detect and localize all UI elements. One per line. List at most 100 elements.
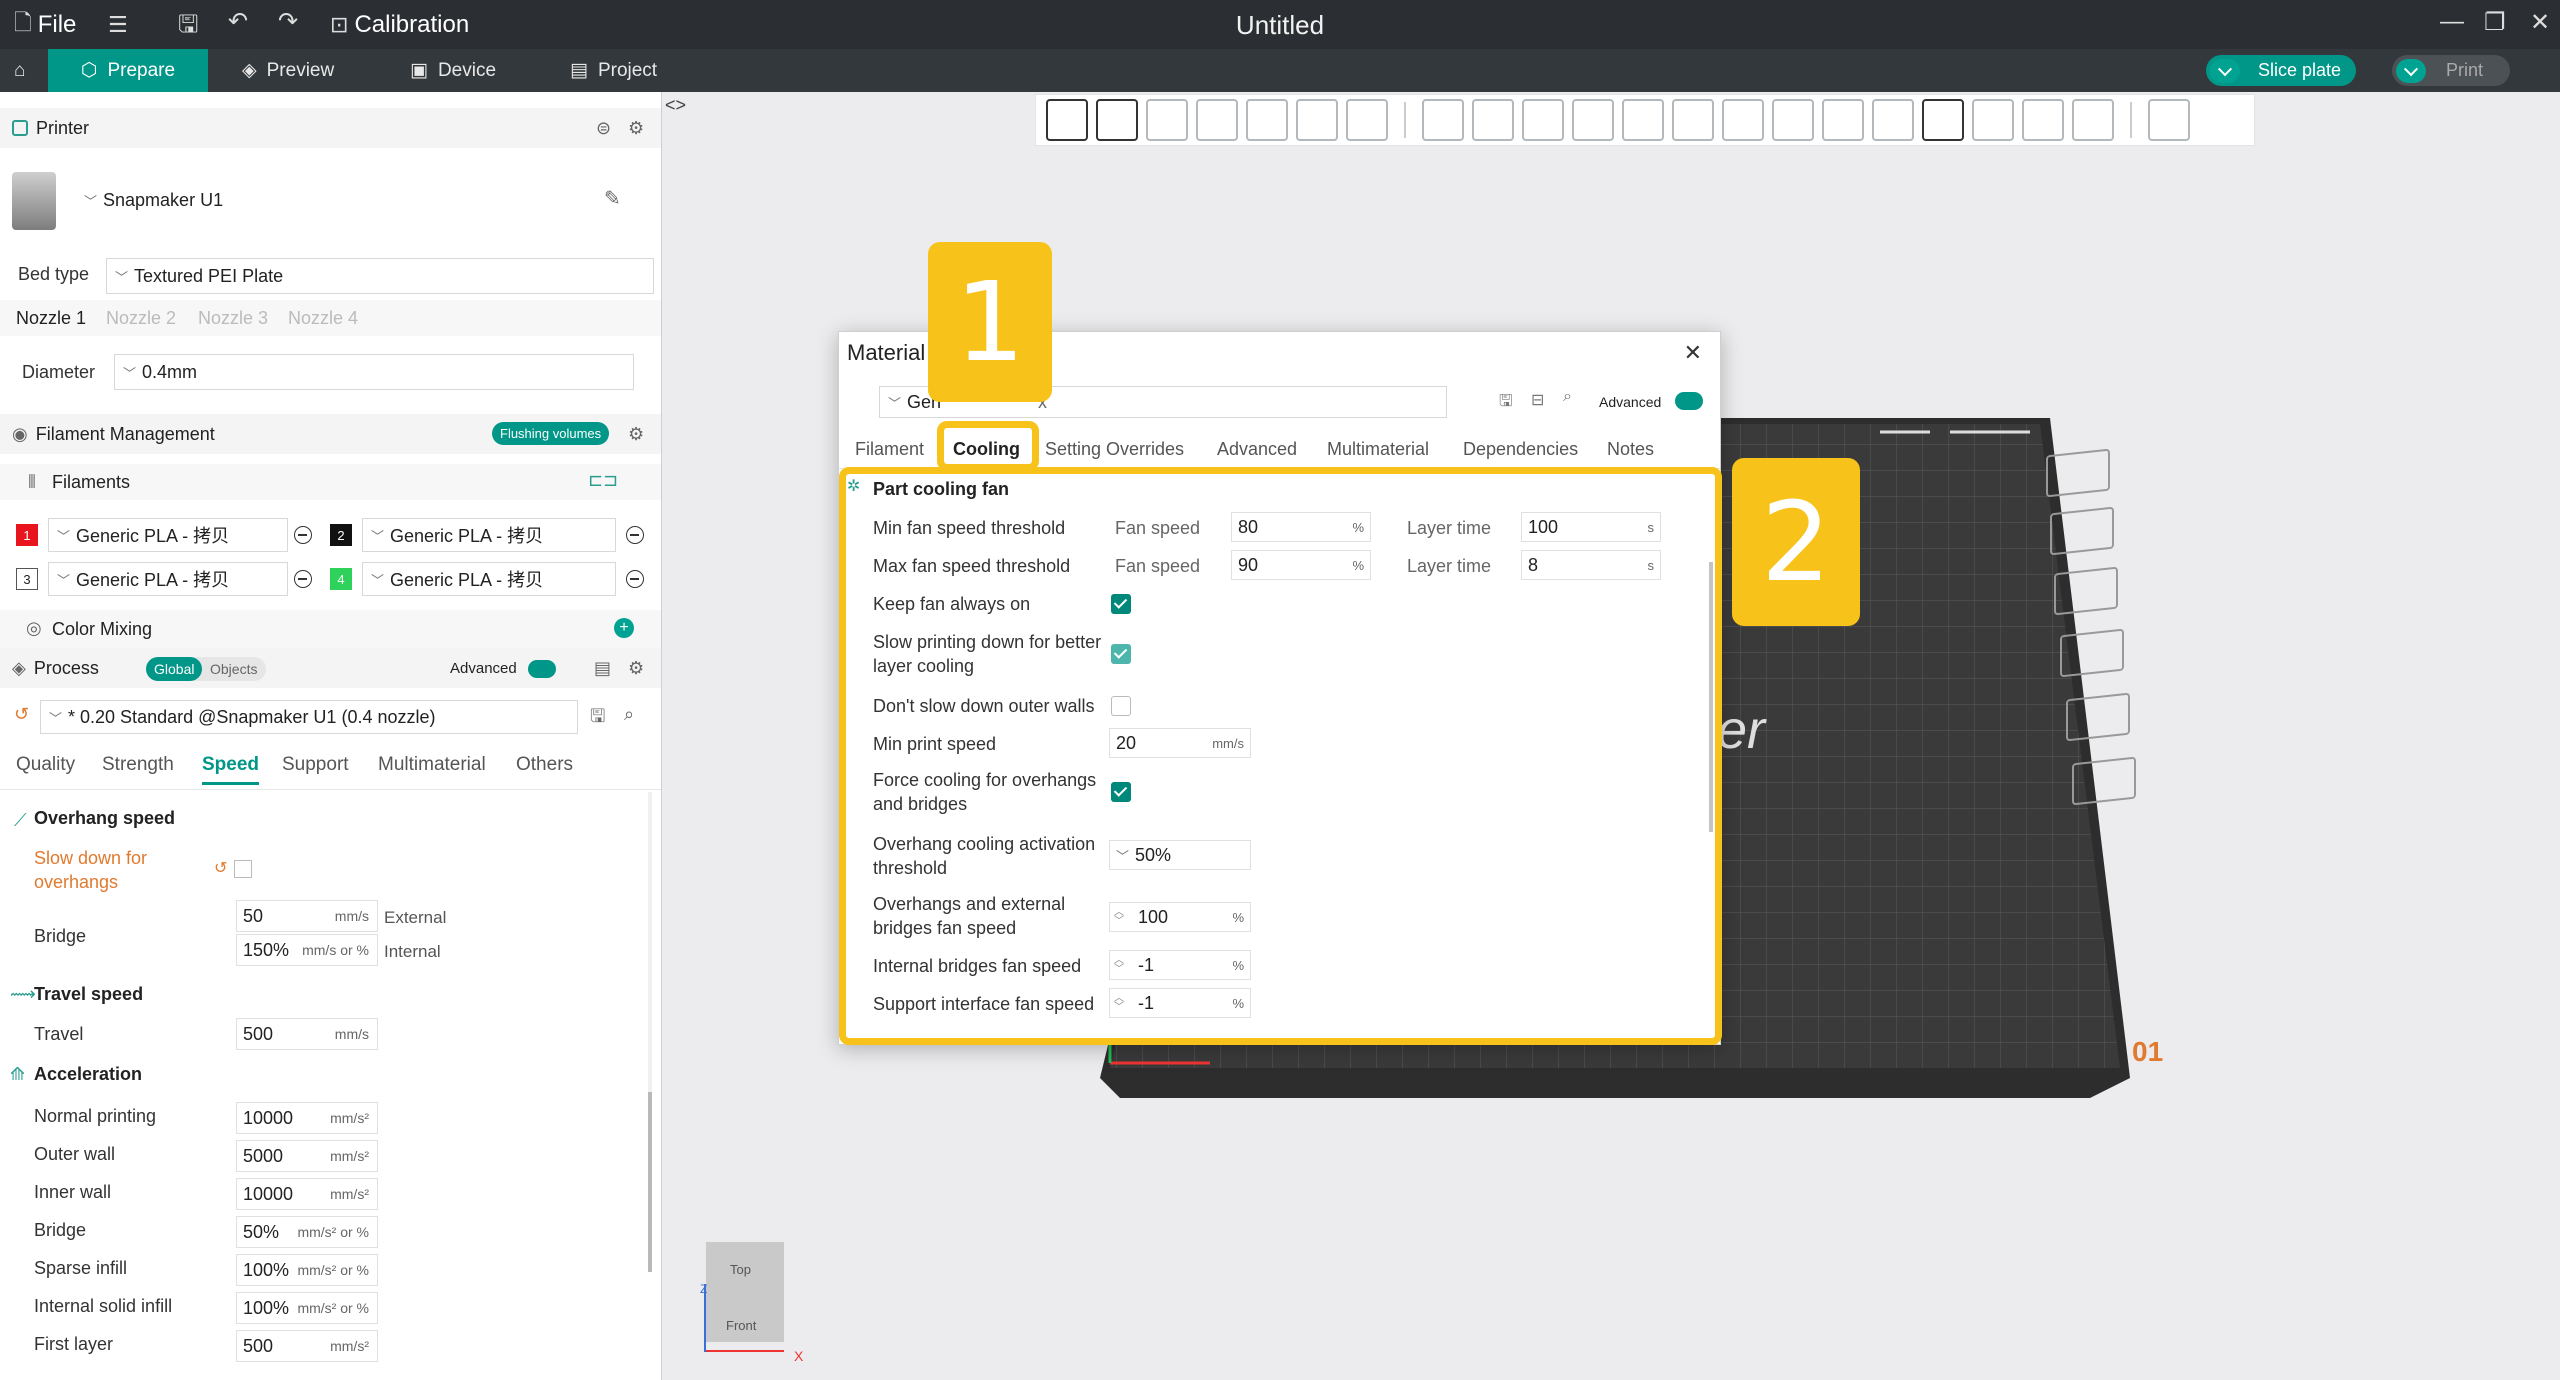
split-objects-icon[interactable] [1246,99,1288,141]
flushing-volumes-button[interactable]: Flushing volumes [492,422,610,445]
tab-speed[interactable]: Speed [202,754,260,785]
lay-on-face-icon[interactable] [1572,99,1614,141]
accel-row-field[interactable]: 100% mm/s² or % [236,1254,378,1286]
scrollbar-thumb[interactable] [648,1092,652,1272]
travel-speed-field[interactable]: 500 mm/s [236,1018,378,1050]
accel-row-field[interactable]: 100% mm/s² or % [236,1292,378,1324]
filament-swatch-3[interactable]: 3 [16,568,38,590]
remove-filament-icon[interactable] [626,526,644,544]
filament-swatch-1[interactable]: 1 [16,524,38,546]
advanced-toggle[interactable] [1675,392,1703,410]
cut-icon[interactable] [1622,99,1664,141]
accel-row-field[interactable]: 10000 mm/s² [236,1178,378,1210]
split-parts-icon[interactable] [1296,99,1338,141]
tab-setting-overrides[interactable]: Setting Overrides [1045,439,1184,460]
auto-orient-plate-icon[interactable] [2050,506,2114,556]
remove-filament-icon[interactable] [294,526,312,544]
tab-dependencies[interactable]: Dependencies [1463,439,1578,460]
filament-swatch-2[interactable]: 2 [330,524,352,546]
lock-plate-icon[interactable] [2060,628,2124,678]
home-icon[interactable]: ⌂ [0,49,39,92]
print-button[interactable]: Print [2392,55,2510,86]
save-preset-icon[interactable]: 🖫 [1499,390,1513,417]
remove-filament-icon[interactable] [626,570,644,588]
tab-nozzle-4[interactable]: Nozzle 4 [288,308,358,329]
filament-group-icon[interactable]: ⊏⊐ [588,470,618,491]
tab-quality[interactable]: Quality [16,754,75,776]
scrollbar-track[interactable] [648,792,652,1272]
fuzzy-skin-icon[interactable] [1822,99,1864,141]
reset-icon[interactable]: ↺ [14,704,29,725]
minimize-icon[interactable]: — [2440,8,2464,36]
seam-paint-icon[interactable] [1772,99,1814,141]
slice-plate-button[interactable]: Slice plate [2206,55,2356,86]
process-settings-icon[interactable]: ⚙ [628,658,644,679]
search-icon[interactable]: ⌕ [624,704,634,725]
filament-select-1[interactable]: ﹀ Generic PLA - 拷贝 [48,518,288,552]
plate-settings-icon[interactable] [2066,692,2130,742]
tab-device[interactable]: ▣ Device [390,49,516,92]
mesh-boolean-icon[interactable] [1672,99,1714,141]
tab-others[interactable]: Others [516,754,573,776]
tab-multimaterial[interactable]: Multimaterial [1327,439,1429,460]
tab-nozzle-3[interactable]: Nozzle 3 [198,308,268,329]
advanced-toggle[interactable] [528,660,556,678]
color-paint-icon[interactable] [1872,99,1914,141]
move-to-top-icon[interactable] [2072,756,2136,806]
support-paint-icon[interactable] [1722,99,1764,141]
filament-select-2[interactable]: ﹀ Generic PLA - 拷贝 [362,518,616,552]
grid-icon[interactable] [1096,99,1138,141]
printer-select[interactable]: ﹀ Snapmaker U1 [84,190,223,211]
rotate-icon[interactable] [1472,99,1514,141]
bridge-internal-field[interactable]: 150% mm/s or % [236,934,378,966]
tab-advanced[interactable]: Advanced [1217,439,1297,460]
printer-options-icon[interactable]: ⚙ [628,118,644,139]
move-icon[interactable] [1422,99,1464,141]
layers-icon[interactable] [1346,99,1388,141]
tab-strength[interactable]: Strength [102,754,174,776]
search-icon[interactable]: ⌕ [1563,388,1572,406]
tab-preview[interactable]: ◈ Preview [222,49,354,92]
bed-type-select[interactable]: ﹀ Textured PEI Plate [106,258,654,294]
tab-nozzle-2[interactable]: Nozzle 2 [106,308,176,329]
view-split-icon[interactable] [2148,99,2190,141]
measure-icon[interactable] [2022,99,2064,141]
restore-icon[interactable]: ❐ [2484,8,2506,37]
tab-filament[interactable]: Filament [855,439,924,460]
edit-icon[interactable]: ✎ [604,186,621,211]
text-icon[interactable] [1922,99,1964,141]
accel-row-field[interactable]: 50% mm/s² or % [236,1216,378,1248]
add-object-icon[interactable] [1046,99,1088,141]
view-cube[interactable]: Top Front Z X [700,1242,803,1364]
reset-icon[interactable]: ↺ [214,858,227,878]
tab-notes[interactable]: Notes [1607,439,1654,460]
accel-row-field[interactable]: 500 mm/s² [236,1330,378,1362]
remove-filament-icon[interactable] [294,570,312,588]
tab-prepare[interactable]: ⬡ Prepare [48,49,208,92]
close-window-icon[interactable]: ✕ [2530,8,2550,37]
accel-row-field[interactable]: 5000 mm/s² [236,1140,378,1172]
scale-icon[interactable] [1522,99,1564,141]
close-icon[interactable]: ✕ [1684,340,1702,366]
tab-support[interactable]: Support [282,754,349,776]
tab-multimaterial[interactable]: Multimaterial [378,754,486,776]
tab-nozzle-1[interactable]: Nozzle 1 [16,308,86,329]
assembly-icon[interactable] [2072,99,2114,141]
orient-icon[interactable] [1146,99,1188,141]
save-preset-icon[interactable]: 🖫 [590,704,605,734]
compare-icon[interactable]: ▤ [594,658,611,679]
delete-preset-icon[interactable]: ⊟ [1531,390,1544,410]
filament-swatch-4[interactable]: 4 [330,568,352,590]
tab-project[interactable]: ▤ Project [550,49,677,92]
filament-select-4[interactable]: ﹀ Generic PLA - 拷贝 [362,562,616,596]
filament-select-3[interactable]: ﹀ Generic PLA - 拷贝 [48,562,288,596]
bridge-external-field[interactable]: 50 mm/s [236,900,378,932]
process-preset-select[interactable]: ﹀ * 0.20 Standard @Snapmaker U1 (0.4 nozz… [40,700,578,734]
objects-option[interactable]: Objects [210,657,257,681]
slow-down-checkbox[interactable] [234,860,252,878]
accel-row-field[interactable]: 10000 mm/s² [236,1102,378,1134]
printer-settings-icon[interactable]: ⊜ [596,118,611,139]
diameter-select[interactable]: ﹀ 0.4mm [114,354,634,390]
arrange-plate-icon[interactable] [2054,566,2118,616]
filament-settings-icon[interactable]: ⚙ [628,424,644,445]
